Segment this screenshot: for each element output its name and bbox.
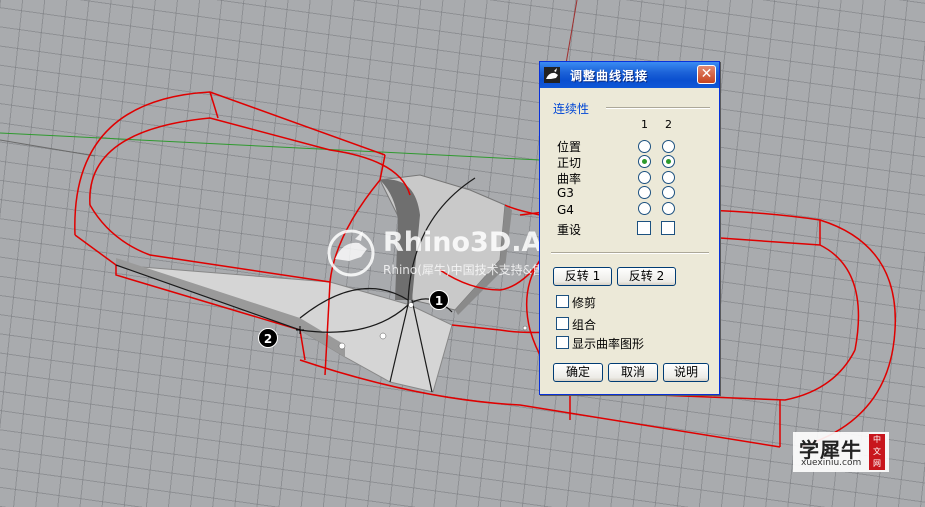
- section-divider: [551, 252, 709, 254]
- show-curvature-graph-checkbox[interactable]: [556, 336, 569, 349]
- join-checkbox[interactable]: [556, 317, 569, 330]
- show-curvature-graph-label: 显示曲率图形: [572, 337, 645, 351]
- site-domain: xuexiniu.com: [801, 458, 862, 468]
- radio-position-1[interactable]: [638, 140, 651, 153]
- help-button[interactable]: 说明: [663, 363, 709, 382]
- reset-checkbox-1[interactable]: [637, 221, 651, 235]
- dialog-title: 调整曲线混接: [570, 69, 649, 83]
- column-1-header: 1: [641, 118, 648, 131]
- row-label-curvature: 曲率: [557, 172, 582, 186]
- trim-checkbox[interactable]: [556, 295, 569, 308]
- row-label-reset: 重设: [557, 223, 582, 237]
- radio-curvature-1[interactable]: [638, 171, 651, 184]
- continuity-group-label: 连续性: [553, 102, 590, 116]
- radio-tangency-2[interactable]: [662, 155, 675, 168]
- radio-g3-1[interactable]: [638, 186, 651, 199]
- trim-label: 修剪: [572, 296, 597, 310]
- rhino-app-icon: [544, 67, 560, 83]
- site-tag: 中 文 网: [869, 434, 885, 470]
- rhino-logo-icon: [327, 229, 375, 277]
- cancel-button[interactable]: 取消: [608, 363, 658, 382]
- adjust-curve-blend-dialog: 调整曲线混接 ✕ 连续性 1 2 位置 正切 曲率 G3 G4 重设 反转 1 …: [539, 61, 720, 395]
- row-label-g3: G3: [557, 186, 574, 200]
- flip-2-button[interactable]: 反转 2: [617, 267, 676, 286]
- reset-checkbox-2[interactable]: [661, 221, 675, 235]
- radio-g4-1[interactable]: [638, 202, 651, 215]
- row-label-tangency: 正切: [557, 156, 582, 170]
- radio-g3-2[interactable]: [662, 186, 675, 199]
- site-badge: 学犀牛 xuexiniu.com 中 文 网: [793, 432, 889, 472]
- radio-curvature-2[interactable]: [662, 171, 675, 184]
- marker-2: 2: [258, 328, 278, 348]
- ok-button[interactable]: 确定: [553, 363, 603, 382]
- group-divider: [606, 107, 710, 109]
- radio-g4-2[interactable]: [662, 202, 675, 215]
- radio-tangency-1[interactable]: [638, 155, 651, 168]
- row-label-g4: G4: [557, 203, 574, 217]
- rhino-viewport[interactable]: 1 2 Rhino3D.ASIA Rhino(犀牛)中国技术支持&售后服务 学犀…: [0, 0, 925, 507]
- flip-1-button[interactable]: 反转 1: [553, 267, 612, 286]
- y-axis-line: [0, 132, 541, 161]
- join-label: 组合: [572, 318, 597, 332]
- marker-1: 1: [429, 290, 449, 310]
- close-button[interactable]: ✕: [697, 65, 716, 84]
- row-label-position: 位置: [557, 140, 582, 154]
- column-2-header: 2: [665, 118, 672, 131]
- dialog-titlebar[interactable]: 调整曲线混接 ✕: [540, 62, 719, 88]
- radio-position-2[interactable]: [662, 140, 675, 153]
